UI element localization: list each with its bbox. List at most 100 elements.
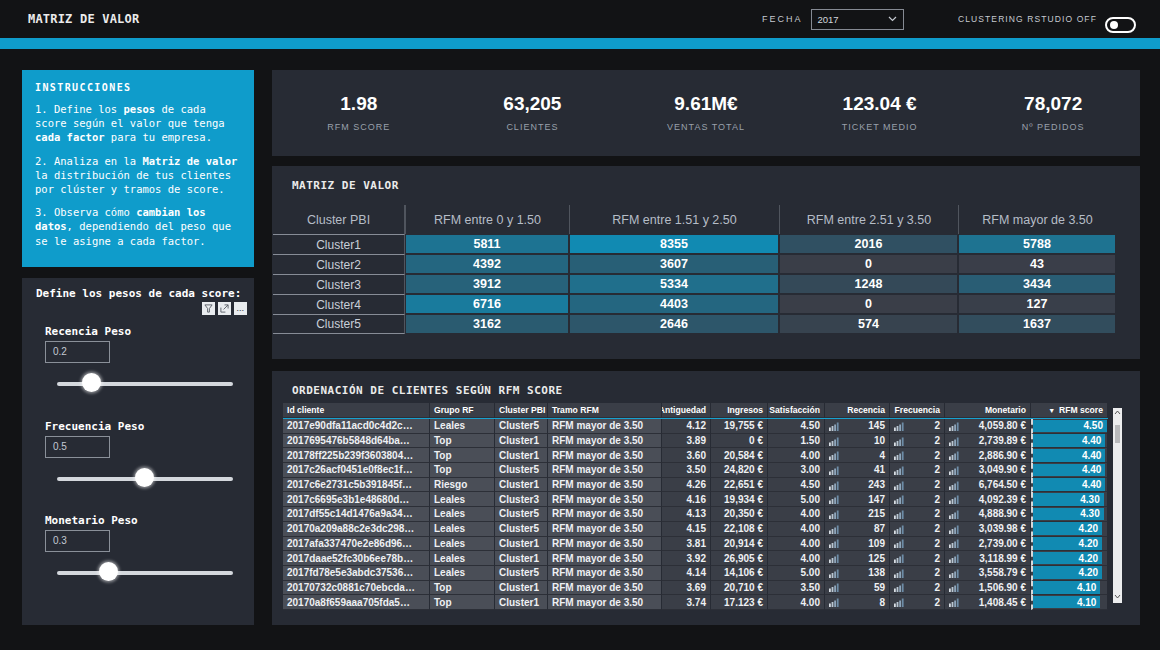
- orders-cell: 4.30: [1031, 507, 1108, 522]
- orders-cell: 2: [890, 463, 945, 478]
- fecha-dropdown[interactable]: 2017: [811, 9, 904, 30]
- sort-descending-icon: ▼: [1048, 407, 1055, 414]
- weight-value-input[interactable]: 0.3: [45, 530, 110, 552]
- orders-column-header[interactable]: Satisfacción: [768, 403, 825, 418]
- matrix-cell[interactable]: 0: [779, 294, 958, 314]
- orders-cell: 20,350 €: [711, 507, 768, 522]
- matrix-cell[interactable]: 0: [779, 254, 958, 274]
- slider-thumb[interactable]: [135, 468, 154, 487]
- mini-barchart-icon: [894, 553, 904, 563]
- clustering-toggle[interactable]: [1105, 17, 1136, 33]
- orders-row[interactable]: 2017df55c14d1476a9a34…LealesCluster5RFM …: [283, 507, 1108, 522]
- orders-cell: 4.00: [768, 507, 825, 522]
- matrix-cell[interactable]: 4403: [569, 294, 779, 314]
- matrix-cell[interactable]: 127: [958, 294, 1116, 314]
- orders-column-header[interactable]: Frecuencia: [890, 403, 945, 418]
- weight-value-input[interactable]: 0.2: [45, 341, 110, 363]
- matrix-cell[interactable]: 1248: [779, 274, 958, 294]
- matrix-column-header: Cluster PBI: [273, 205, 405, 234]
- orders-row[interactable]: 2017c6695e3b1e48680d…LealesCluster3RFM m…: [283, 492, 1108, 507]
- orders-column-header[interactable]: Ingresos: [711, 403, 768, 418]
- orders-header-row: Id clienteGrupo RFCluster PBITramo RFMAn…: [283, 403, 1108, 419]
- slider-thumb[interactable]: [82, 373, 101, 392]
- orders-column-header[interactable]: Tramo RFM: [548, 403, 662, 418]
- orders-column-header[interactable]: Grupo RF: [430, 403, 495, 418]
- orders-cell: 0 €: [711, 434, 768, 449]
- orders-row[interactable]: 20170a209a88c2e3dc298…LealesCluster5RFM …: [283, 522, 1108, 537]
- orders-cell: 3,118.99 €: [945, 551, 1031, 566]
- rfm-score-bar: 4.30: [1033, 493, 1104, 506]
- orders-cell: 2017afa337470e2e86d96…: [283, 537, 430, 552]
- weight-value-input[interactable]: 0.5: [45, 436, 110, 458]
- orders-row[interactable]: 2017afa337470e2e86d96…LealesCluster1RFM …: [283, 537, 1108, 552]
- orders-row[interactable]: 2017c26acf0451e0f8ec1f…TopCluster5RFM ma…: [283, 463, 1108, 478]
- mini-barchart-icon: [894, 582, 904, 592]
- mini-barchart-icon: [829, 421, 839, 431]
- matrix-cell[interactable]: 1637: [958, 314, 1116, 334]
- orders-cell: 5.00: [768, 492, 825, 507]
- orders-column-header[interactable]: ▼RFM score: [1031, 403, 1108, 418]
- orders-row[interactable]: 20170732c0881c70ebcda…TopCluster1RFM may…: [283, 581, 1108, 596]
- orders-cell: 4.26: [662, 478, 711, 493]
- orders-row[interactable]: 2017695476b5848d64ba…TopCluster1RFM mayo…: [283, 434, 1108, 449]
- orders-row[interactable]: 2017fd78e5e3abdc37536…LealesCluster5RFM …: [283, 566, 1108, 581]
- orders-row[interactable]: 20170a8f659aaa705fda5…TopCluster1RFM may…: [283, 595, 1108, 610]
- filter-icon[interactable]: [202, 302, 215, 315]
- weight-slider-group: Frecuencia Peso0.5: [22, 420, 254, 500]
- orders-cell: 3.74: [662, 595, 711, 610]
- slider-thumb[interactable]: [99, 562, 118, 581]
- focus-mode-icon[interactable]: [218, 302, 231, 315]
- matrix-cell[interactable]: 574: [779, 314, 958, 334]
- orders-column-header[interactable]: Id cliente: [283, 403, 430, 418]
- orders-cell: 2,739.89 €: [945, 434, 1031, 449]
- orders-cell: 4.20: [1031, 566, 1108, 581]
- more-options-icon[interactable]: …: [234, 302, 247, 315]
- weights-title: Define los pesos de cada score:: [36, 287, 241, 300]
- mini-barchart-icon: [949, 480, 959, 490]
- orders-cell: 4.40: [1031, 478, 1108, 493]
- scroll-down-icon[interactable]: [1114, 594, 1121, 599]
- matrix-cell[interactable]: 3607: [569, 254, 779, 274]
- orders-cell: RFM mayor de 3.50: [548, 581, 662, 596]
- mini-barchart-icon: [949, 436, 959, 446]
- clustering-control: CLUSTERING RSTUDIO OFF: [958, 0, 1097, 38]
- matrix-cell[interactable]: 5788: [958, 234, 1116, 254]
- matrix-cell[interactable]: 6716: [405, 294, 569, 314]
- matrix-table: Cluster PBIRFM entre 0 y 1.50RFM entre 1…: [273, 205, 1116, 334]
- orders-column-header[interactable]: Monetario: [945, 403, 1031, 418]
- matrix-row-label: Cluster5: [273, 314, 405, 334]
- orders-row[interactable]: 2017c6e2731c5b391845f…RiesgoCluster1RFM …: [283, 478, 1108, 493]
- orders-cell: 2: [890, 581, 945, 596]
- orders-row[interactable]: 2017e90dfa11acd0c4d2c…LealesCluster5RFM …: [283, 419, 1108, 434]
- vertical-scrollbar[interactable]: [1113, 408, 1122, 603]
- orders-cell: 4.12: [662, 419, 711, 434]
- weight-slider-group: Monetario Peso0.3: [22, 514, 254, 594]
- orders-column-header[interactable]: Antiguedad: [662, 403, 711, 418]
- matrix-cell[interactable]: 43: [958, 254, 1116, 274]
- matrix-cell[interactable]: 5334: [569, 274, 779, 294]
- matrix-cell[interactable]: 3434: [958, 274, 1116, 294]
- orders-cell: 2017c6695e3b1e48680d…: [283, 492, 430, 507]
- orders-cell: 3.50: [662, 463, 711, 478]
- matrix-cell[interactable]: 8355: [569, 234, 779, 254]
- orders-column-header[interactable]: Cluster PBI: [495, 403, 548, 418]
- scroll-up-icon[interactable]: [1114, 410, 1121, 415]
- orders-cell: RFM mayor de 3.50: [548, 492, 662, 507]
- orders-cell: 2: [890, 507, 945, 522]
- matrix-cell[interactable]: 4392: [405, 254, 569, 274]
- mini-barchart-icon: [894, 568, 904, 578]
- matrix-cell[interactable]: 3912: [405, 274, 569, 294]
- matrix-cell[interactable]: 5811: [405, 234, 569, 254]
- orders-row[interactable]: 2017daae52fc30b6ee78b…LealesCluster1RFM …: [283, 551, 1108, 566]
- orders-cell: 4.20: [1031, 522, 1108, 537]
- orders-cell: RFM mayor de 3.50: [548, 537, 662, 552]
- scrollbar-thumb[interactable]: [1115, 425, 1120, 443]
- matrix-cell[interactable]: 2646: [569, 314, 779, 334]
- orders-row[interactable]: 20178ff225b239f3603804…TopCluster1RFM ma…: [283, 448, 1108, 463]
- instructions-steps: 1. Define los pesos de cada score según …: [35, 102, 241, 248]
- orders-column-header[interactable]: Recencia: [825, 403, 890, 418]
- matrix-cell[interactable]: 3162: [405, 314, 569, 334]
- slider-track[interactable]: [57, 571, 233, 575]
- matrix-cell[interactable]: 2016: [779, 234, 958, 254]
- orders-cell: Leales: [430, 492, 495, 507]
